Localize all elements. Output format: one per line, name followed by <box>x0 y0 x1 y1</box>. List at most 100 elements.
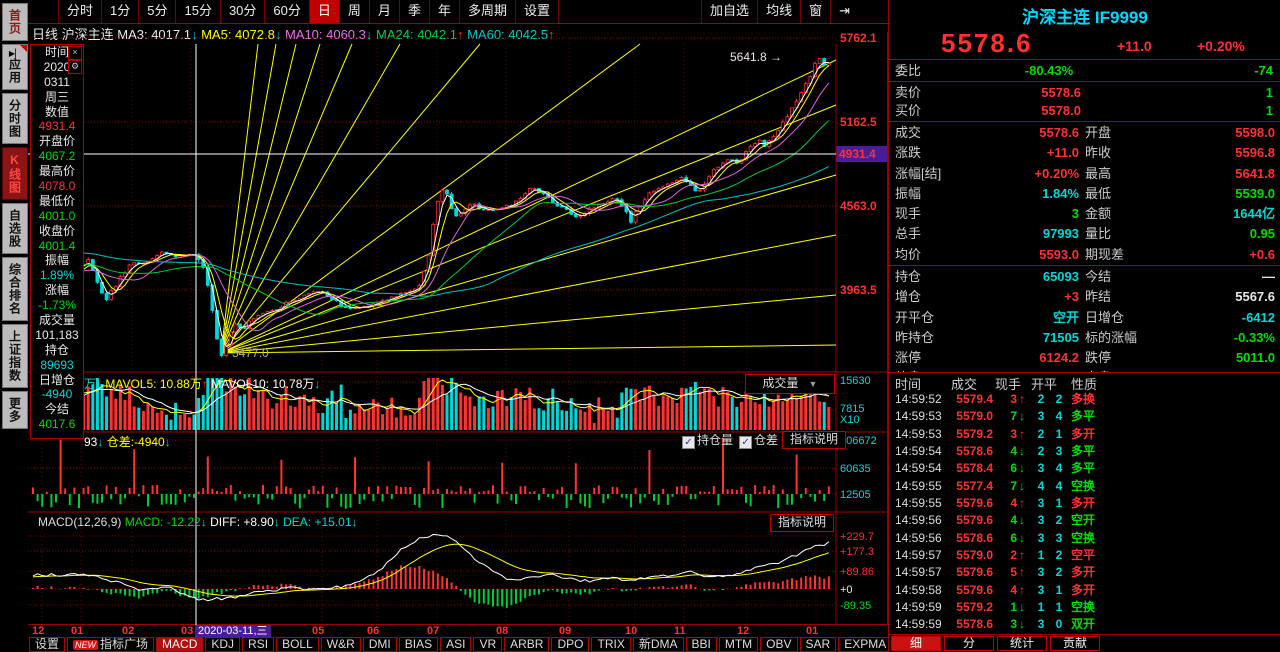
label-segment: ↓ <box>273 515 284 529</box>
gear-icon[interactable]: ⚙ <box>68 60 82 74</box>
chart-section: 分时 1分 5分 15分 30分 60分日周月季年多周期 设置 加自选 均线窗 ⇥ 日线 沪深主连… <box>28 0 893 652</box>
indicator-button-MTM[interactable]: MTM <box>718 637 759 652</box>
indicator-button-ASI[interactable]: ASI <box>440 637 472 652</box>
quote-label: 涨幅[结] <box>895 165 942 181</box>
indicator-button-BBI[interactable]: BBI <box>685 637 717 652</box>
indicator-button-DPO[interactable]: DPO <box>551 637 590 652</box>
ask-row[interactable]: 卖价 5578.6 1 <box>889 83 1280 103</box>
period-button-季[interactable]: 季 <box>400 0 430 23</box>
period-button-月[interactable]: 月 <box>370 0 400 23</box>
tooltip-row: 成交量 <box>38 313 75 328</box>
quote-row: 涨跌 +11.0 昨收 5596.8 <box>889 143 1280 163</box>
tooltip-row: 最低价 <box>38 193 75 208</box>
period-button-15分[interactable]: 15分 <box>176 0 221 23</box>
indicator-button-OBV[interactable]: OBV <box>760 637 798 652</box>
arrow-down-icon: ↓ <box>1019 461 1025 476</box>
quote-row: 均价 5593.0 期现差 +0.6 <box>889 245 1280 265</box>
indicator-button-BOLL[interactable]: BOLL <box>276 637 319 652</box>
quote-label: 昨持仓 <box>895 329 935 345</box>
arrow-down-icon: ↓ <box>1019 444 1025 459</box>
kline-chart-canvas[interactable]: 4931.4 5641.8 → 3477.0 5762.1 5162.5 4563.0 39… <box>28 32 888 625</box>
tick-time: 14:59:57 <box>895 565 942 580</box>
oi-indicator-help-button[interactable]: 指标说明 <box>782 431 846 449</box>
label-segment: MAVOL10: 10.78万 <box>211 377 315 391</box>
quote-label: 昨结 <box>1085 289 1112 305</box>
close-icon[interactable]: × <box>68 46 82 60</box>
quote-label: 均价 <box>895 246 922 262</box>
tick-open-count: 3 <box>1037 617 1045 632</box>
period-button-设置[interactable]: 设置 <box>516 0 559 23</box>
dock-right-icon[interactable]: ⇥ <box>830 0 858 23</box>
tick-tab-贡献[interactable]: 贡献 <box>1050 636 1100 651</box>
bid-price: 5578.0 <box>1041 103 1081 118</box>
sidebar-item-应用[interactable]: ▶▏ 应用 <box>2 44 28 90</box>
indicator-button-BIAS[interactable]: BIAS <box>398 637 439 652</box>
indicator-button-RSI[interactable]: RSI <box>242 637 275 652</box>
arrow-up-icon: ↑ <box>1019 496 1025 511</box>
tick-price: 5579.6 <box>956 565 993 580</box>
tick-time: 14:59:54 <box>895 461 942 476</box>
quote-row: 涨停 6124.2 跌停 5011.0 <box>889 348 1280 368</box>
volume-indicator-dropdown[interactable]: 成交量 ▼ <box>745 374 835 394</box>
sidebar-item-首页[interactable]: 首页 <box>2 3 28 41</box>
sidebar-item-自选股[interactable]: 自选股 <box>2 203 28 254</box>
indicator-button-SAR[interactable]: SAR <box>799 637 837 652</box>
indicator-button-新DMA[interactable]: 新DMA <box>632 637 684 652</box>
indicator-button-EXPMA[interactable]: EXPMA <box>838 637 893 652</box>
tick-tab-分[interactable]: 分 <box>944 636 994 651</box>
quote-value: 97993 <box>1042 226 1079 242</box>
arrow-down-icon: ↓ <box>1019 530 1025 545</box>
month-label: 02 <box>122 625 135 637</box>
period-button-多周期[interactable]: 多周期 <box>460 0 516 23</box>
tick-volume: 1 <box>1010 600 1017 615</box>
toolbar-button-加自选[interactable]: 加自选 <box>701 0 757 23</box>
toolbar-button-窗[interactable]: 窗 <box>800 0 830 23</box>
tick-nature: 多开 <box>1071 496 1096 511</box>
quote-label: 最高 <box>1085 165 1112 181</box>
period-button-周[interactable]: 周 <box>340 0 370 23</box>
indicator-button-TRIX[interactable]: TRIX <box>591 637 631 652</box>
indicator-button-设置[interactable]: 设置 <box>29 637 66 652</box>
tick-open-count: 4 <box>1037 478 1045 493</box>
quote-value: 5567.6 <box>1235 289 1275 305</box>
tick-row: 14:59:53 5579.2 3 ↑ 2 1 多开 <box>889 426 1280 443</box>
period-button-分时[interactable]: 分时 <box>59 0 103 23</box>
tooltip-row: 周三 <box>44 89 69 104</box>
indicator-button-MACD[interactable]: MACD <box>156 637 204 652</box>
sidebar-item-综合排名[interactable]: 综合排名 <box>2 257 28 321</box>
period-button-5分[interactable]: 5分 <box>139 0 177 23</box>
toolbar-button-均线[interactable]: 均线 <box>757 0 800 23</box>
tick-tab-统计[interactable]: 统计 <box>997 636 1047 651</box>
month-label: 01 <box>71 625 84 637</box>
tooltip-row: 开盘价 <box>38 134 75 149</box>
chevron-down-icon: ▼ <box>808 379 818 389</box>
indicator-button-指标广场[interactable]: NEW 指标广场 <box>67 637 155 652</box>
indicator-button-VR[interactable]: VR <box>473 637 503 652</box>
indicator-button-KDJ[interactable]: KDJ <box>205 637 241 652</box>
quote-panel: 沪深主连 IF9999 5578.6 +11.0 +0.20% 委比 -80.4… <box>888 0 1280 652</box>
period-button-年[interactable]: 年 <box>430 0 460 23</box>
indicator-button-W&R[interactable]: W&R <box>320 637 361 652</box>
bid-row[interactable]: 买价 5578.0 1 <box>889 101 1280 121</box>
tick-tab-细[interactable]: 细 <box>891 636 941 651</box>
quote-label: 总手 <box>895 226 922 242</box>
sidebar-item-kline-active[interactable]: K线图 <box>2 147 28 200</box>
sidebar-item-分时图[interactable]: 分时图 <box>2 93 28 144</box>
sidebar-item-更多[interactable]: 更多 <box>2 391 28 429</box>
sidebar-item-上证指数[interactable]: 上证指数 <box>2 324 28 388</box>
checkbox-checked-icon[interactable]: ✓ <box>682 436 695 449</box>
month-label: 07 <box>427 625 440 637</box>
checkbox-checked-icon[interactable]: ✓ <box>739 436 753 449</box>
indicator-button-ARBR[interactable]: ARBR <box>504 637 550 652</box>
tick-open-count: 2 <box>1037 392 1045 406</box>
period-button-日[interactable]: 日 <box>309 0 340 23</box>
quote-value: 5011.0 <box>1235 350 1275 366</box>
tooltip-row: 101,183 <box>35 327 79 342</box>
macd-indicator-help-button[interactable]: 指标说明 <box>770 514 834 532</box>
period-button-1分[interactable]: 1分 <box>102 0 140 23</box>
period-button-30分[interactable]: 30分 <box>221 0 266 23</box>
period-button-60分[interactable]: 60分 <box>265 0 310 23</box>
tick-close-count: 2 <box>1055 565 1063 580</box>
tick-open-count: 3 <box>1037 513 1045 528</box>
indicator-button-DMI[interactable]: DMI <box>362 637 397 652</box>
